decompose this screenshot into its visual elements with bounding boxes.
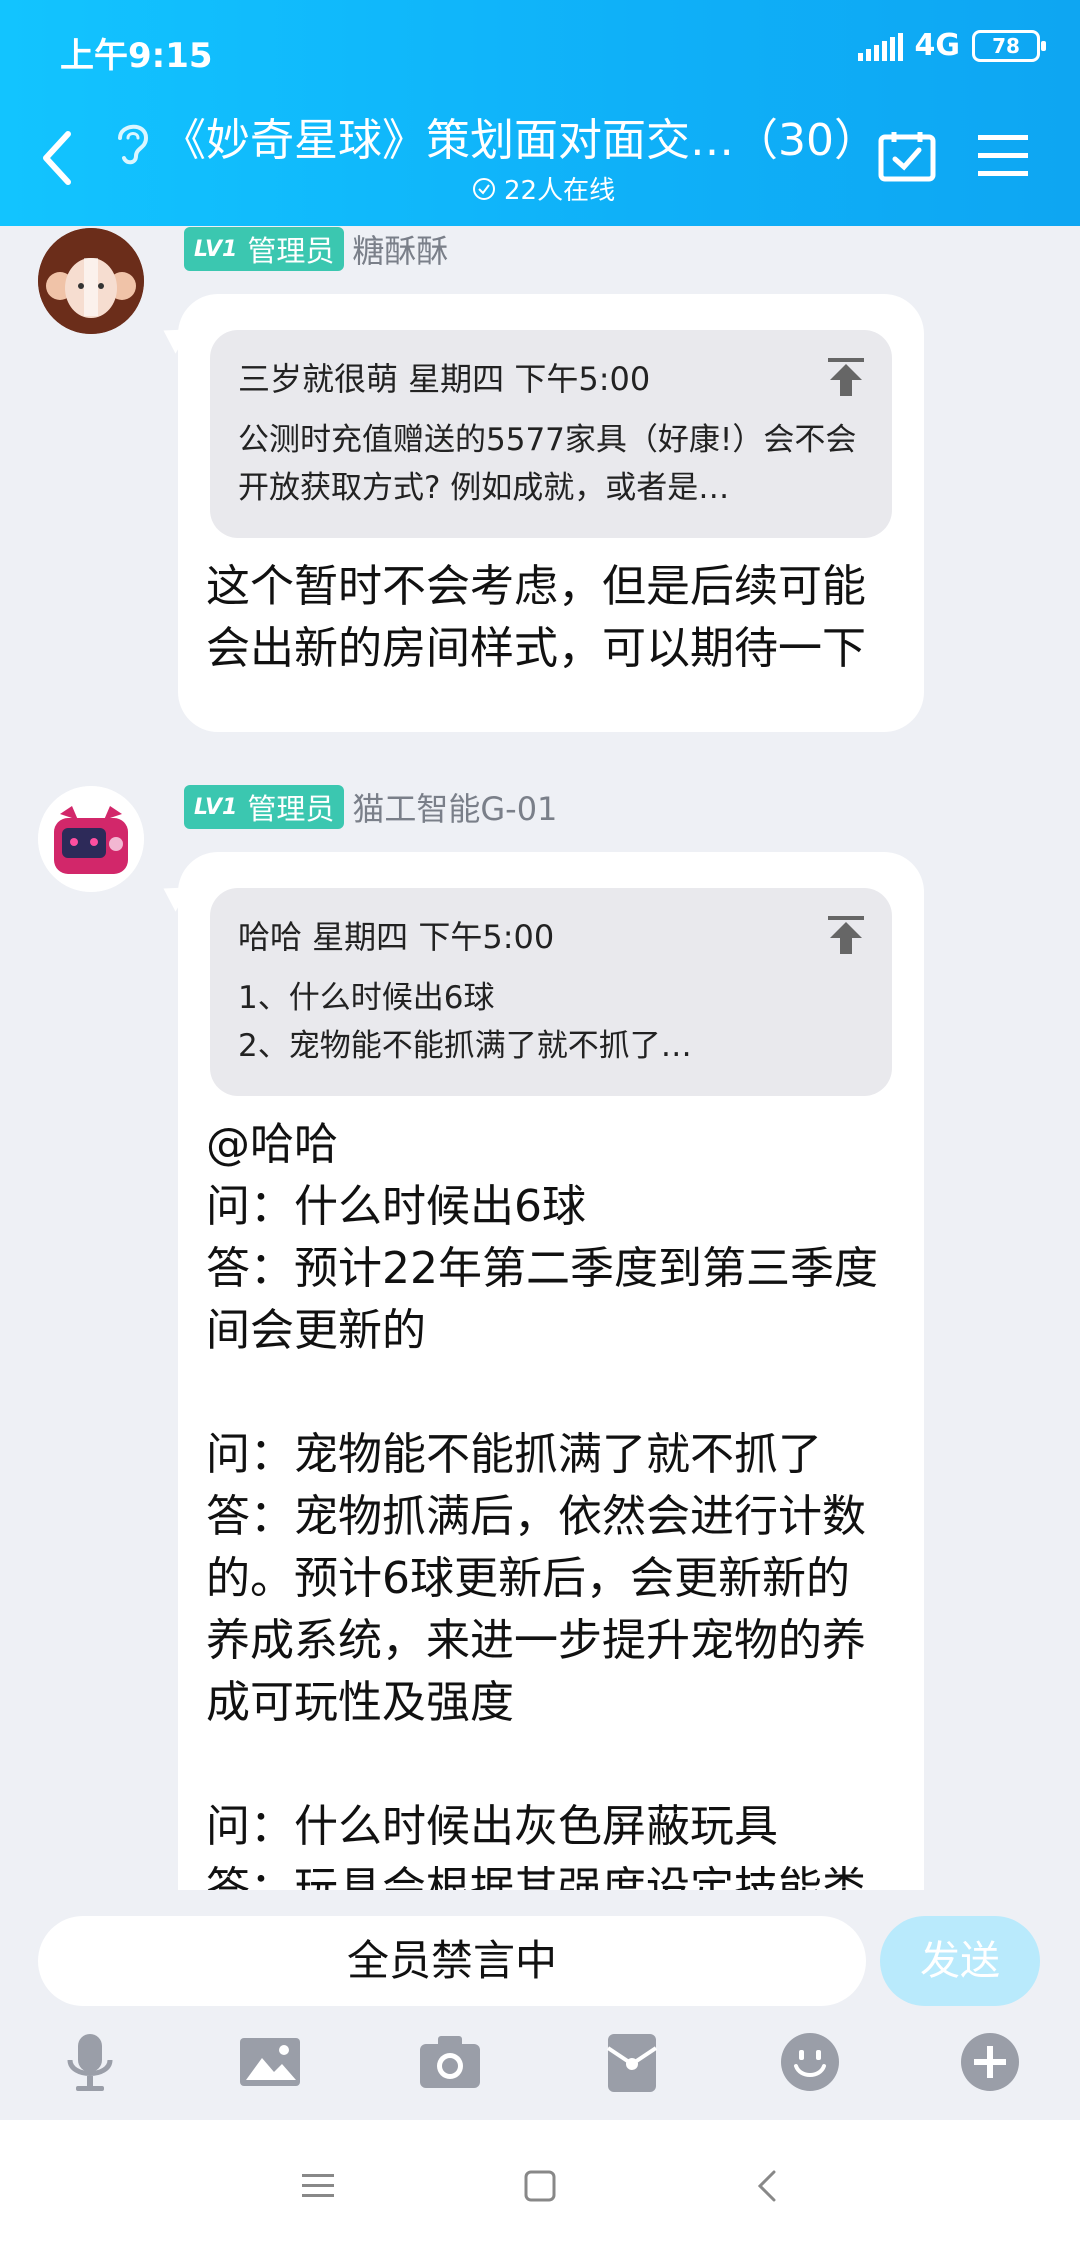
battery-level: 78: [992, 33, 1020, 58]
message-input[interactable]: 全员禁言中: [38, 1916, 866, 2006]
send-button[interactable]: 发送: [880, 1916, 1040, 2006]
menu-nav-icon[interactable]: [298, 2166, 338, 2206]
input-toolbar: [0, 2030, 1080, 2110]
admin-badge: LV1 管理员: [184, 785, 345, 829]
quoted-message[interactable]: 哈哈 星期四 下午5:00 1、什么时候出6球 2、宠物能不能抓满了就不抓了…: [210, 888, 892, 1096]
input-area: 全员禁言中 发送: [0, 1890, 1080, 2120]
sender-line: LV1 管理员 糖酥酥: [184, 226, 448, 272]
red-packet-icon[interactable]: [600, 2030, 664, 2094]
avatar[interactable]: [38, 228, 144, 334]
sender-line: LV1 管理员 猫工智能G-01: [184, 784, 557, 830]
avatar[interactable]: [38, 786, 144, 892]
quoted-message[interactable]: 三岁就很萌 星期四 下午5:00 公测时充值赠送的5577家具（好康!）会不会开…: [210, 330, 892, 538]
status-icons: 4G 78: [857, 28, 1046, 63]
quote-body: 1、什么时候出6球 2、宠物能不能抓满了就不抓了…: [238, 980, 692, 1064]
back-icon[interactable]: [38, 128, 78, 188]
microphone-icon[interactable]: [58, 2030, 122, 2094]
badge-role: 管理员: [247, 234, 335, 268]
badge-role: 管理员: [247, 792, 335, 826]
quote-header: 哈哈 星期四 下午5:00: [238, 918, 555, 956]
battery-icon: 78: [972, 29, 1046, 62]
sender-name[interactable]: 猫工智能G-01: [352, 784, 557, 830]
check-circle-icon: [473, 177, 495, 200]
signal-icon: [857, 31, 903, 61]
chat-header: 上午9:15 4G 78 《妙奇星球》策划面对面交…（30） 22人在线: [0, 0, 1080, 226]
camera-icon[interactable]: [418, 2030, 482, 2094]
badge-level: LV1: [194, 236, 238, 262]
online-status[interactable]: 22人在线: [472, 170, 615, 207]
sender-name[interactable]: 糖酥酥: [352, 226, 448, 272]
image-icon[interactable]: [238, 2030, 302, 2094]
jump-to-top-icon[interactable]: [828, 916, 864, 954]
calendar-check-icon[interactable]: [878, 130, 936, 182]
message-text: 这个暂时不会考虑，但是后续可能会出新的房间样式，可以期待一下: [206, 561, 866, 674]
admin-badge: LV1 管理员: [184, 227, 345, 271]
message-bubble[interactable]: 三岁就很萌 星期四 下午5:00 公测时充值赠送的5577家具（好康!）会不会开…: [178, 294, 924, 732]
menu-icon[interactable]: [978, 133, 1028, 179]
ear-icon[interactable]: [112, 118, 152, 168]
quote-header: 三岁就很萌 星期四 下午5:00: [238, 360, 651, 398]
badge-level: LV1: [194, 794, 238, 820]
jump-to-top-icon[interactable]: [828, 358, 864, 396]
plus-icon[interactable]: [958, 2030, 1022, 2094]
back-nav-icon[interactable]: [748, 2166, 788, 2206]
chat-title[interactable]: 《妙奇星球》策划面对面交…（30）: [162, 104, 878, 168]
home-nav-icon[interactable]: [520, 2166, 560, 2206]
online-count: 22人在线: [504, 176, 616, 206]
network-label: 4G: [914, 28, 961, 63]
message-bubble[interactable]: 哈哈 星期四 下午5:00 1、什么时候出6球 2、宠物能不能抓满了就不抓了… …: [178, 852, 924, 2052]
message-text: @哈哈 问：什么时候出6球 答：预计22年第二季度到第三季度间会更新的 问：宠物…: [206, 1119, 878, 1914]
status-time: 上午9:15: [60, 36, 213, 76]
emoji-icon[interactable]: [778, 2030, 842, 2094]
quote-body: 公测时充值赠送的5577家具（好康!）会不会开放获取方式? 例如成就，或者是…: [238, 422, 857, 506]
system-navigation-bar: [0, 2120, 1080, 2248]
